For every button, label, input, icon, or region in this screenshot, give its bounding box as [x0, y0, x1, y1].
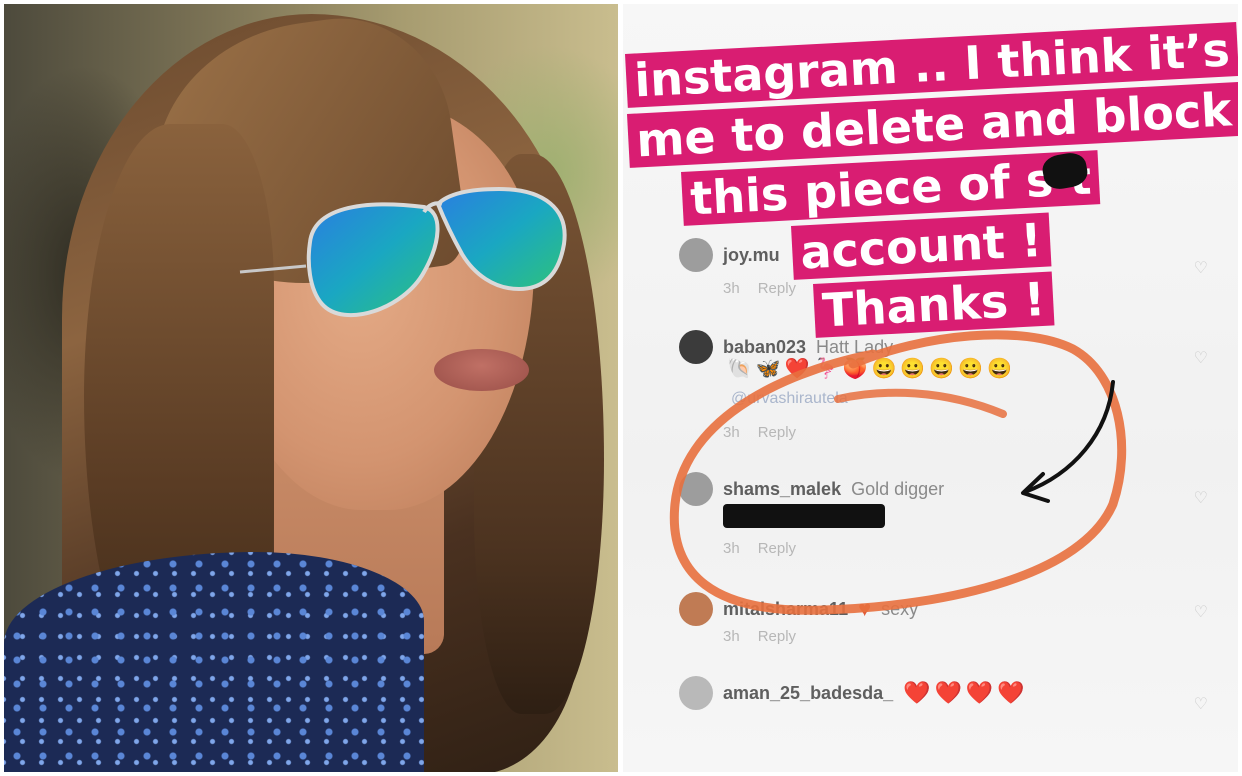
portrait-photo: [4, 4, 618, 772]
floral-top: [4, 552, 424, 772]
instagram-story-screenshot: joy.mu 3h Reply baban023 Hatt Lady 🐚🦋❤️🦩🍑…: [623, 4, 1238, 772]
